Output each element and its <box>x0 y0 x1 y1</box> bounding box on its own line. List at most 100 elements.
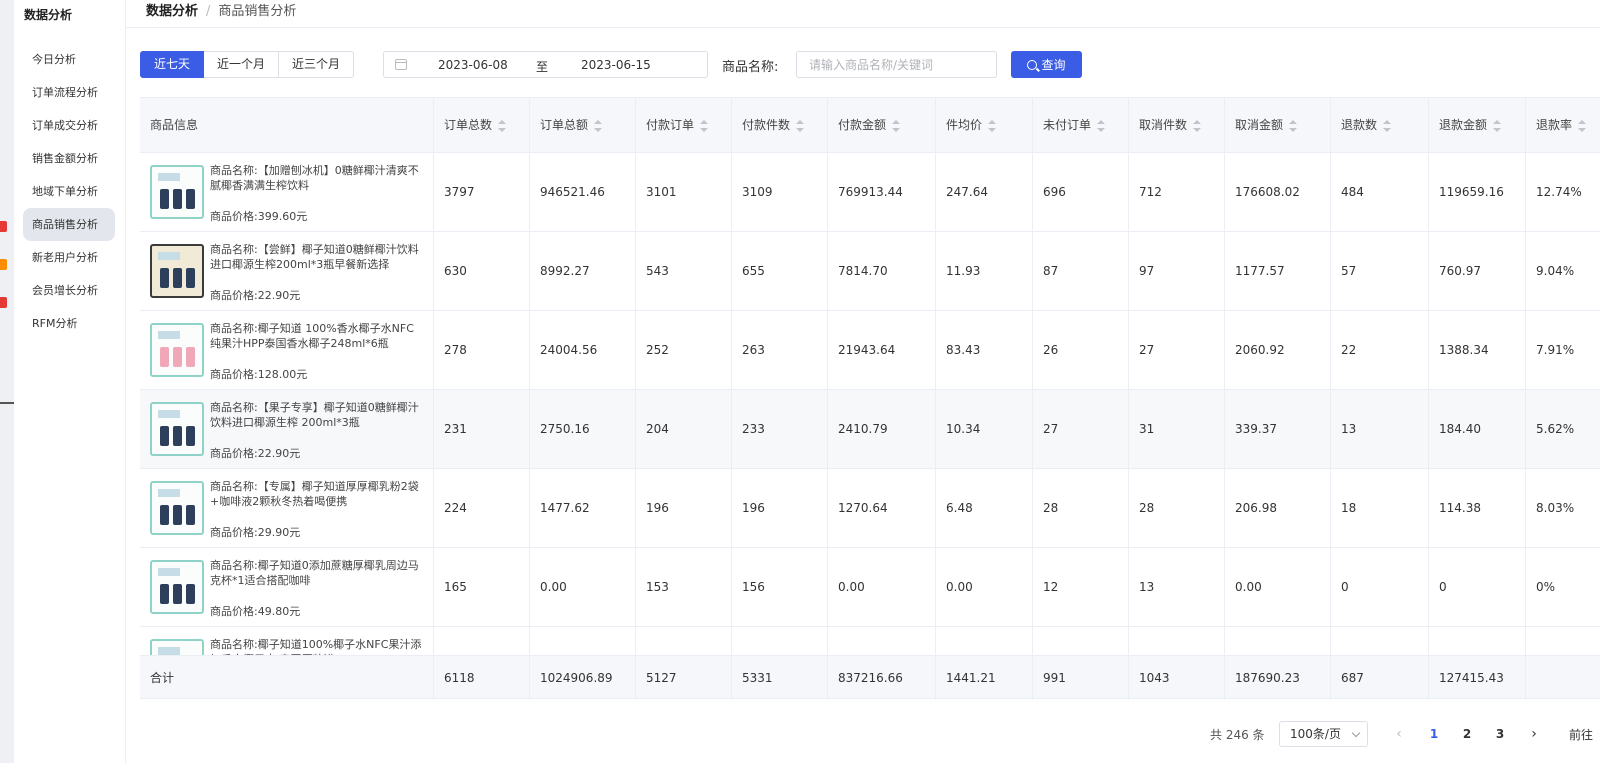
sort-icon[interactable] <box>498 119 507 132</box>
bottle-decoration <box>186 268 195 288</box>
column-header[interactable]: 取消金额 <box>1224 98 1330 153</box>
table-cell: 147 <box>731 627 827 655</box>
column-header[interactable]: 订单总数 <box>433 98 529 153</box>
table-cell: 0.00 <box>935 548 1032 627</box>
product-name-prefix: 商品名称: <box>210 243 258 256</box>
product-thumbnail[interactable] <box>150 323 204 377</box>
table-cell: 484 <box>1330 153 1428 232</box>
sidebar-item-today[interactable]: 今日分析 <box>23 43 115 76</box>
table-cell: 5.62% <box>1525 390 1600 469</box>
breadcrumb-separator: / <box>206 4 211 19</box>
sort-icon[interactable] <box>796 119 805 132</box>
product-price-value: 29.90元 <box>257 526 301 539</box>
column-header[interactable]: 订单总额 <box>529 98 635 153</box>
range-1-month-button[interactable]: 近一个月 <box>204 51 280 78</box>
table-row[interactable]: 商品名称:椰子知道100%椰子水NFC果汁添加香水椰子水 泰国原装进口330ml… <box>140 627 1600 655</box>
product-thumbnail[interactable] <box>150 639 204 655</box>
sidebar-item-sales-amount[interactable]: 销售金额分析 <box>23 142 115 175</box>
page-2-button[interactable]: 2 <box>1455 721 1479 747</box>
column-header[interactable]: 付款订单 <box>635 98 731 153</box>
totals-label: 合计 <box>150 671 175 685</box>
breadcrumb-root[interactable]: 数据分析 <box>146 4 198 19</box>
sort-icon[interactable] <box>1193 119 1202 132</box>
sidebar-item-order-flow[interactable]: 订单流程分析 <box>23 76 115 109</box>
page-3-button[interactable]: 3 <box>1488 721 1512 747</box>
column-header[interactable]: 退款金额 <box>1428 98 1525 153</box>
table-cell: 2410.79 <box>827 390 935 469</box>
thumbnail-label-decoration <box>158 173 180 181</box>
column-header[interactable]: 未付订单 <box>1032 98 1128 153</box>
product-price: 商品价格:399.60元 <box>210 209 307 224</box>
range-7-days-button[interactable]: 近七天 <box>140 51 205 78</box>
product-info-cell: 商品名称:椰子知道 100%香水椰子水NFC纯果汁HPP泰国香水椰子248ml*… <box>140 311 433 390</box>
product-info-cell: 商品名称:椰子知道100%椰子水NFC果汁添加香水椰子水 泰国原装进口330ml <box>140 627 433 655</box>
product-thumbnail[interactable] <box>150 560 204 614</box>
date-start[interactable]: 2023-06-08 <box>438 58 508 72</box>
product-name-prefix: 商品名称: <box>210 164 258 177</box>
table-cell: 1270.64 <box>827 469 935 548</box>
range-3-months-button[interactable]: 近三个月 <box>279 51 355 78</box>
prev-page-button[interactable]: ‹ <box>1389 721 1409 747</box>
table-cell: 263 <box>731 311 827 390</box>
column-header[interactable]: 取消件数 <box>1128 98 1224 153</box>
table-cell: 57 <box>1330 232 1428 311</box>
column-header-label: 订单总额 <box>540 118 589 132</box>
table-cell: 7814.70 <box>827 232 935 311</box>
sort-icon[interactable] <box>1383 119 1392 132</box>
table-cell: 27 <box>1128 311 1224 390</box>
sort-icon[interactable] <box>988 119 997 132</box>
sort-icon[interactable] <box>892 119 901 132</box>
table-cell: 151 <box>433 627 529 655</box>
sort-icon[interactable] <box>1578 119 1587 132</box>
product-price-prefix: 商品价格: <box>210 605 258 618</box>
product-name-input[interactable] <box>796 51 997 78</box>
next-page-button[interactable]: › <box>1524 721 1544 747</box>
product-thumbnail[interactable] <box>150 244 204 298</box>
table-row[interactable]: 商品名称:椰子知道0添加蔗糖厚椰乳周边马克杯*1适合搭配咖啡 商品价格:49.80… <box>140 548 1600 627</box>
thumbnail-label-decoration <box>158 331 180 339</box>
product-price: 商品价格:128.00元 <box>210 367 307 382</box>
page-size-select[interactable]: 100条/页 <box>1279 721 1368 747</box>
product-price-value: 49.80元 <box>257 605 301 618</box>
sidebar-item-rfm[interactable]: RFM分析 <box>23 307 115 340</box>
page-1-button[interactable]: 1 <box>1422 721 1446 747</box>
column-header-label: 退款数 <box>1341 118 1378 132</box>
column-header[interactable]: 件均价 <box>935 98 1032 153</box>
product-name-prefix: 商品名称: <box>210 322 258 335</box>
query-button[interactable]: 查询 <box>1011 51 1082 78</box>
bottle-decoration <box>173 268 182 288</box>
table-cell: 9.04% <box>1525 232 1600 311</box>
sidebar-item-new-old-users[interactable]: 新老用户分析 <box>23 241 115 274</box>
table-row[interactable]: 商品名称:椰子知道 100%香水椰子水NFC纯果汁HPP泰国香水椰子248ml*… <box>140 311 1600 390</box>
table-row[interactable]: 商品名称:【加赠刨冰机】0糖鲜椰汁清爽不腻椰香满满生榨饮料商品价格:399.60… <box>140 153 1600 232</box>
product-thumbnail[interactable] <box>150 402 204 456</box>
sort-icon[interactable] <box>594 119 603 132</box>
sort-icon[interactable] <box>1493 119 1502 132</box>
date-range-picker[interactable]: 2023-06-08 至 2023-06-15 <box>383 51 708 78</box>
table-row[interactable]: 商品名称:【尝鲜】椰子知道0糖鲜椰汁饮料进口椰源生榨200ml*3瓶早餐新选择商… <box>140 232 1600 311</box>
sort-icon[interactable] <box>1289 119 1298 132</box>
sidebar-item-member-growth[interactable]: 会员增长分析 <box>23 274 115 307</box>
sidebar-item-region-orders[interactable]: 地域下单分析 <box>23 175 115 208</box>
column-header[interactable]: 退款数 <box>1330 98 1428 153</box>
table-cell: 0.00 <box>827 548 935 627</box>
table-body[interactable]: 商品名称:【加赠刨冰机】0糖鲜椰汁清爽不腻椰香满满生榨饮料商品价格:399.60… <box>140 153 1600 655</box>
thumbnail-label-decoration <box>158 647 180 655</box>
sort-icon[interactable] <box>700 119 709 132</box>
table-row[interactable]: 商品名称:【果子专享】椰子知道0糖鲜椰汁饮料进口椰源生榨 200ml*3瓶 商品价… <box>140 390 1600 469</box>
product-name: 商品名称:【加赠刨冰机】0糖鲜椰汁清爽不腻椰香满满生榨饮料 <box>210 163 422 193</box>
column-header[interactable]: 付款金额 <box>827 98 935 153</box>
product-thumbnail[interactable] <box>150 165 204 219</box>
sidebar-item-order-deal[interactable]: 订单成交分析 <box>23 109 115 142</box>
sidebar-item-product-sales[interactable]: 商品销售分析 <box>23 208 115 241</box>
table-cell: 18 <box>1032 627 1128 655</box>
table-cell: 24004.56 <box>529 311 635 390</box>
column-header[interactable]: 退款率 <box>1525 98 1600 153</box>
sort-icon[interactable] <box>1097 119 1106 132</box>
table-row[interactable]: 商品名称:【专属】椰子知道厚厚椰乳粉2袋+咖啡液2颗秋冬热着喝便携 商品价格:29… <box>140 469 1600 548</box>
table-cell: 2060.92 <box>1224 311 1330 390</box>
table-cell: 156 <box>731 548 827 627</box>
date-end[interactable]: 2023-06-15 <box>581 58 651 72</box>
product-thumbnail[interactable] <box>150 481 204 535</box>
column-header[interactable]: 付款件数 <box>731 98 827 153</box>
